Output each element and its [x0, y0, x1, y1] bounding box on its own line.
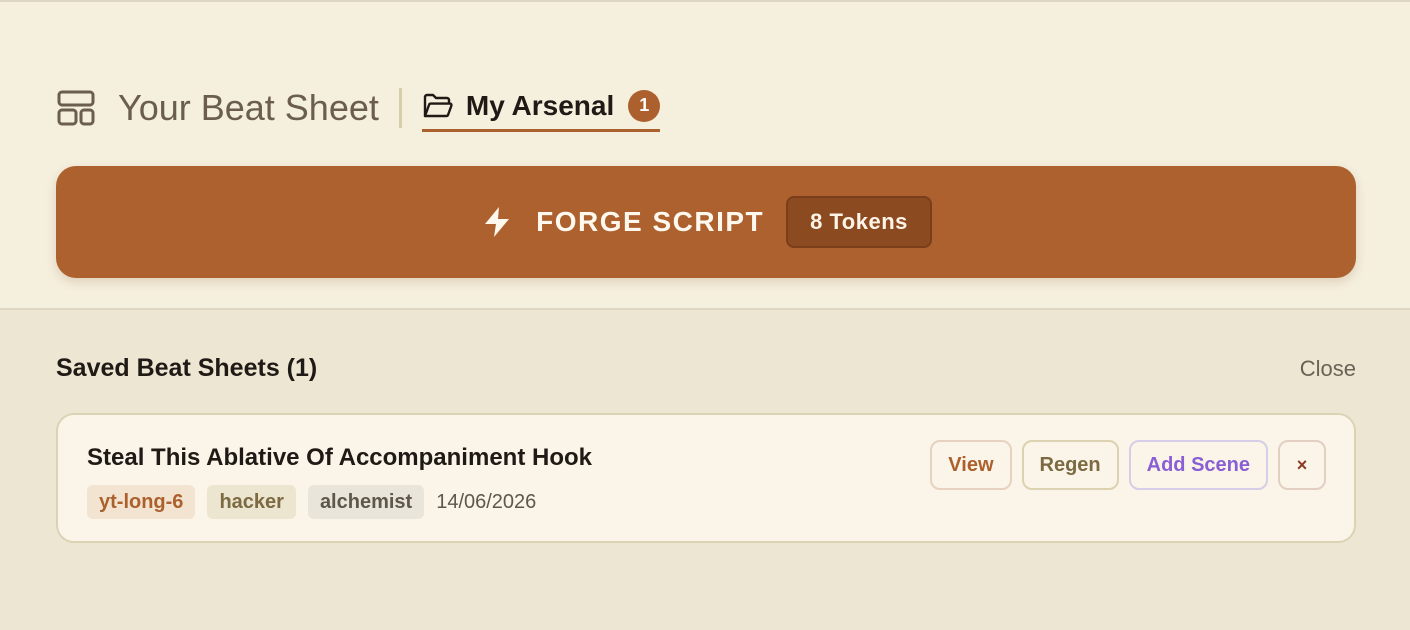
- delete-button[interactable]: ×: [1278, 440, 1326, 490]
- lightning-bolt-icon: [485, 207, 510, 237]
- arsenal-count-badge: 1: [628, 89, 661, 122]
- tab-my-arsenal[interactable]: My Arsenal 1: [421, 84, 661, 132]
- tag-archetype: hacker: [207, 485, 296, 519]
- forge-script-label: FORGE SCRIPT: [536, 206, 765, 237]
- saved-beat-sheets-heading: Saved Beat Sheets (1): [56, 354, 318, 382]
- tab-beat-sheet[interactable]: Your Beat Sheet: [56, 84, 379, 132]
- tab-my-arsenal-label: My Arsenal: [465, 89, 615, 121]
- top-panel: Your Beat Sheet My Arsenal 1 FORGE SCRIP…: [0, 0, 1410, 310]
- view-tabs: Your Beat Sheet My Arsenal 1: [56, 84, 661, 132]
- forge-script-button[interactable]: FORGE SCRIPT 8 Tokens: [56, 166, 1356, 278]
- token-cost-badge: 8 Tokens: [786, 196, 932, 248]
- card-actions: View Regen Add Scene ×: [930, 440, 1326, 490]
- saved-beat-sheet-card: Steal This Ablative Of Accompaniment Hoo…: [56, 413, 1356, 543]
- tag-format: yt-long-6: [87, 485, 196, 519]
- close-button[interactable]: Close: [1300, 356, 1356, 382]
- beat-sheet-title: Steal This Ablative Of Accompaniment Hoo…: [87, 444, 592, 471]
- add-scene-button[interactable]: Add Scene: [1128, 440, 1268, 490]
- tab-beat-sheet-label: Your Beat Sheet: [118, 87, 379, 128]
- beat-sheet-tags: yt-long-6 hacker alchemist 14/06/2026: [87, 485, 536, 519]
- view-button[interactable]: View: [930, 440, 1012, 490]
- layout-icon: [57, 90, 95, 126]
- tag-archetype-secondary: alchemist: [307, 485, 425, 519]
- tab-divider: [398, 88, 402, 128]
- folder-open-icon: [423, 93, 453, 117]
- regen-button[interactable]: Regen: [1021, 440, 1119, 490]
- saved-date: 14/06/2026: [436, 490, 537, 513]
